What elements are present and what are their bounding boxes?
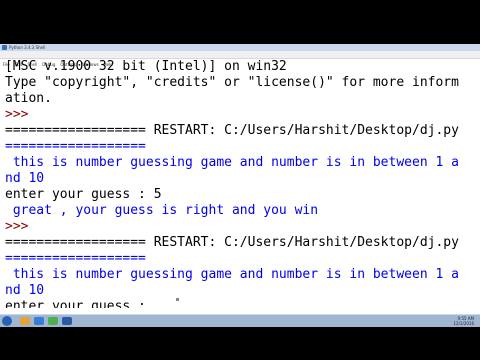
shell-line: >>> [5, 107, 29, 122]
taskbar-app-icon[interactable] [48, 317, 58, 325]
taskbar-app-icon[interactable] [34, 317, 44, 325]
clock-date: 12/1/2016 [453, 321, 474, 326]
shell-line: nd 10 [5, 171, 45, 186]
shell-line: nd 10 [5, 283, 45, 298]
shell-line: ================== RESTART: C:/Users/Har… [5, 123, 459, 138]
taskbar-app-icon[interactable] [20, 317, 30, 325]
mouse-cursor [176, 298, 179, 301]
shell-line: [MSC v.1900 32 bit (Intel)] on win32 [5, 59, 287, 74]
start-button[interactable] [2, 316, 12, 326]
menu-bar: File Edit Shell Debug Options Windows Help [0, 51, 480, 67]
taskbar-app-icon[interactable] [62, 317, 72, 325]
shell-line: >>> [5, 219, 29, 234]
window-title: Python 3.4.3 Shell [9, 45, 46, 50]
python-icon [2, 45, 7, 50]
shell-output[interactable]: [MSC v.1900 32 bit (Intel)] on win32 Type… [5, 59, 480, 308]
shell-line: ================== RESTART: C:/Users/Har… [5, 235, 459, 250]
shell-line: enter your guess : [5, 299, 154, 308]
shell-line: this is number guessing game and number … [5, 267, 459, 282]
taskbar: 9:55 AM 12/1/2016 [0, 314, 480, 327]
shell-line: this is number guessing game and number … [5, 155, 459, 170]
shell-line: Type "copyright", "credits" or "license(… [5, 75, 459, 90]
taskbar-clock[interactable]: 9:55 AM 12/1/2016 [453, 316, 474, 326]
shell-line: ================== [5, 139, 146, 154]
shell-line: enter your guess : 5 [5, 187, 162, 202]
shell-line: ================== [5, 251, 146, 266]
shell-line: ation. [5, 91, 52, 106]
shell-line: great , your guess is right and you win [5, 203, 319, 218]
window-titlebar[interactable]: Python 3.4.3 Shell [0, 44, 480, 51]
